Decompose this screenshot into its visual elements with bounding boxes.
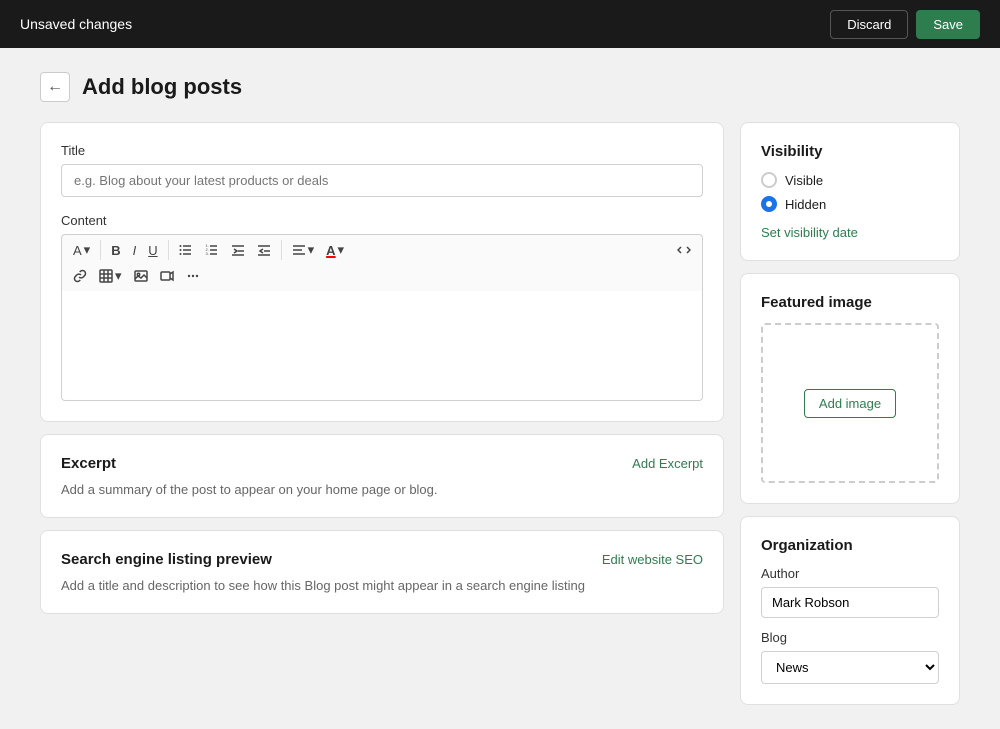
- editor-body[interactable]: [61, 291, 703, 401]
- blog-label: Blog: [761, 630, 939, 645]
- excerpt-title: Excerpt: [61, 455, 116, 472]
- visible-radio[interactable]: [761, 172, 777, 188]
- seo-card: Search engine listing preview Edit websi…: [40, 530, 724, 614]
- visible-option[interactable]: Visible: [761, 172, 939, 188]
- font-dropdown-icon: ▾: [84, 242, 91, 258]
- font-color-button[interactable]: A ▾: [321, 239, 349, 261]
- toolbar-separator-1: [100, 240, 101, 260]
- author-input[interactable]: [761, 587, 939, 618]
- toolbar-separator-2: [168, 240, 169, 260]
- toolbar-row-2: ▾: [68, 265, 696, 287]
- author-label: Author: [761, 566, 939, 581]
- edit-seo-button[interactable]: Edit website SEO: [602, 552, 703, 567]
- indent-icon: [231, 243, 245, 257]
- more-icon: [186, 269, 200, 283]
- save-button[interactable]: Save: [916, 10, 980, 39]
- list-unordered-button[interactable]: [174, 240, 198, 260]
- topbar-actions: Discard Save: [830, 10, 980, 39]
- svg-text:3.: 3.: [205, 251, 208, 256]
- font-button[interactable]: A ▾: [68, 239, 95, 261]
- source-code-button[interactable]: [672, 240, 696, 260]
- featured-image-card: Featured image Add image: [740, 273, 960, 504]
- sidebar: Visibility Visible Hidden Set visibility…: [740, 122, 960, 705]
- content-label: Content: [61, 213, 703, 228]
- italic-icon: I: [133, 243, 137, 258]
- seo-header: Search engine listing preview Edit websi…: [61, 551, 703, 568]
- bold-icon: B: [111, 243, 120, 258]
- indent-button[interactable]: [226, 240, 250, 260]
- more-button[interactable]: [181, 266, 205, 286]
- visible-label: Visible: [785, 173, 823, 188]
- visibility-title: Visibility: [761, 143, 939, 160]
- seo-title: Search engine listing preview: [61, 551, 272, 568]
- discard-button[interactable]: Discard: [830, 10, 908, 39]
- hidden-option[interactable]: Hidden: [761, 196, 939, 212]
- topbar: Unsaved changes Discard Save: [0, 0, 1000, 48]
- align-icon: [292, 243, 306, 257]
- link-icon: [73, 269, 87, 283]
- back-button[interactable]: ←: [40, 72, 70, 102]
- list-unordered-icon: [179, 243, 193, 257]
- table-dropdown-icon: ▾: [115, 268, 122, 284]
- organization-title: Organization: [761, 537, 939, 554]
- image-icon: [134, 269, 148, 283]
- video-button[interactable]: [155, 266, 179, 286]
- link-button[interactable]: [68, 266, 92, 286]
- add-image-button[interactable]: Add image: [804, 389, 896, 418]
- underline-button[interactable]: U: [143, 240, 162, 261]
- excerpt-description: Add a summary of the post to appear on y…: [61, 482, 703, 497]
- page-title: Add blog posts: [82, 74, 242, 100]
- set-visibility-date-button[interactable]: Set visibility date: [761, 225, 858, 240]
- seo-description: Add a title and description to see how t…: [61, 578, 703, 593]
- video-icon: [160, 269, 174, 283]
- source-code-icon: [677, 243, 691, 257]
- font-label: A: [73, 243, 82, 258]
- outdent-icon: [257, 243, 271, 257]
- hidden-label: Hidden: [785, 197, 826, 212]
- main-column: Title Content A ▾ B I U: [40, 122, 724, 705]
- page: ← Add blog posts Title Content A ▾: [0, 48, 1000, 729]
- title-input[interactable]: [61, 164, 703, 197]
- visibility-card: Visibility Visible Hidden Set visibility…: [740, 122, 960, 261]
- title-label: Title: [61, 143, 703, 158]
- organization-card: Organization Author Blog News: [740, 516, 960, 705]
- align-button[interactable]: ▾: [287, 239, 320, 261]
- page-header: ← Add blog posts: [40, 72, 960, 102]
- author-field: Author: [761, 566, 939, 618]
- outdent-button[interactable]: [252, 240, 276, 260]
- font-color-dropdown-icon: ▾: [338, 242, 345, 258]
- table-button[interactable]: ▾: [94, 265, 127, 287]
- editor-toolbar: A ▾ B I U: [61, 234, 703, 291]
- blog-select[interactable]: News: [761, 651, 939, 684]
- blog-field: Blog News: [761, 630, 939, 684]
- image-button[interactable]: [129, 266, 153, 286]
- title-content-card: Title Content A ▾ B I U: [40, 122, 724, 422]
- italic-button[interactable]: I: [128, 240, 142, 261]
- list-ordered-button[interactable]: 1. 2. 3.: [200, 240, 224, 260]
- bold-button[interactable]: B: [106, 240, 125, 261]
- hidden-radio[interactable]: [761, 196, 777, 212]
- add-excerpt-button[interactable]: Add Excerpt: [632, 456, 703, 471]
- table-icon: [99, 269, 113, 283]
- featured-image-title: Featured image: [761, 294, 939, 311]
- list-ordered-icon: 1. 2. 3.: [205, 243, 219, 257]
- visibility-radio-group: Visible Hidden: [761, 172, 939, 212]
- underline-icon: U: [148, 243, 157, 258]
- font-color-icon: A: [326, 243, 335, 258]
- excerpt-header: Excerpt Add Excerpt: [61, 455, 703, 472]
- toolbar-row-1: A ▾ B I U: [68, 239, 696, 261]
- excerpt-card: Excerpt Add Excerpt Add a summary of the…: [40, 434, 724, 518]
- layout: Title Content A ▾ B I U: [40, 122, 960, 705]
- toolbar-separator-3: [281, 240, 282, 260]
- image-upload-area[interactable]: Add image: [761, 323, 939, 483]
- unsaved-changes-label: Unsaved changes: [20, 16, 132, 32]
- align-dropdown-icon: ▾: [308, 242, 315, 258]
